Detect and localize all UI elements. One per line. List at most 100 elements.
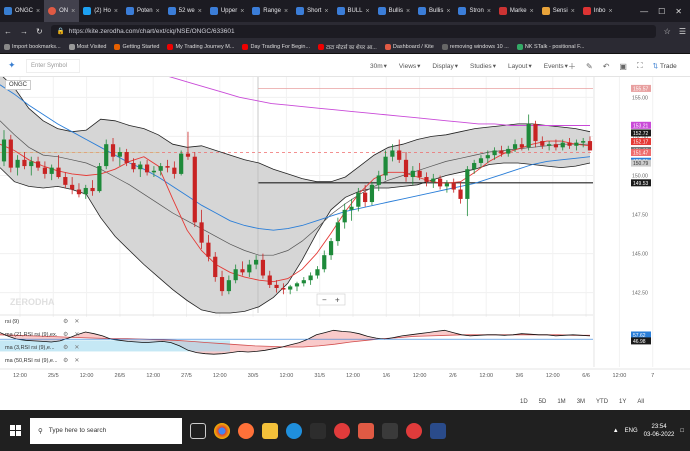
range-button[interactable]: YTD	[596, 399, 608, 405]
close-icon[interactable]: ×	[71, 8, 75, 15]
crosshair-icon[interactable]: ✦	[8, 60, 16, 71]
bookmark-star-icon[interactable]: ☆	[664, 27, 671, 36]
address-bar[interactable]: 🔒 https://kite.zerodha.com/chart/ext/ciq…	[50, 24, 656, 38]
zoom-out-button[interactable]: −	[322, 296, 327, 305]
bookmark-item[interactable]: Day Trading For Begin...	[242, 43, 310, 50]
close-icon[interactable]: ×	[530, 8, 534, 15]
bookmark-item[interactable]: NK STalk - positional F...	[516, 43, 584, 50]
draw-icon[interactable]: ✎	[586, 62, 593, 71]
close-icon[interactable]: ×	[446, 8, 450, 15]
bookmark-item[interactable]: My Trading Journey M...	[167, 43, 234, 50]
browser-tab[interactable]: Stron ×	[454, 0, 494, 22]
chrome-icon[interactable]	[214, 422, 230, 439]
language-indicator[interactable]: ENG	[625, 428, 638, 434]
browser-tab[interactable]: Bullis ×	[374, 0, 414, 22]
settings-icon[interactable]: ⚙	[63, 344, 68, 351]
close-icon[interactable]: ×	[114, 8, 118, 15]
start-button[interactable]	[0, 410, 30, 451]
close-icon[interactable]: ×	[608, 8, 612, 15]
close-icon[interactable]: ✕	[74, 357, 79, 364]
studies-menu[interactable]: Studies ▾	[470, 62, 496, 71]
close-icon[interactable]: ✕	[74, 318, 79, 325]
close-icon[interactable]: ×	[198, 8, 202, 15]
candle[interactable]	[369, 181, 375, 206]
fullscreen-icon[interactable]: ⛶	[637, 61, 643, 71]
settings-icon[interactable]: ⚙	[63, 331, 68, 338]
range-button[interactable]: 1D	[520, 399, 528, 405]
range-button[interactable]: All	[637, 399, 644, 405]
browser-tab[interactable]: (2) Ho ×	[79, 0, 122, 22]
trade-button[interactable]: ⇅ Trade	[653, 62, 677, 71]
close-icon[interactable]: ×	[571, 8, 575, 15]
vivaldi-icon[interactable]	[406, 422, 422, 439]
close-icon[interactable]: ×	[36, 8, 40, 15]
display-menu[interactable]: Display ▾	[432, 62, 458, 71]
browser-tab[interactable]: BULL ×	[333, 0, 374, 22]
close-window-icon[interactable]: ✕	[675, 7, 682, 16]
maximize-icon[interactable]: ☐	[658, 7, 665, 16]
layout-menu[interactable]: Layout ▾	[508, 62, 532, 71]
browser-tab[interactable]: Sensi ×	[538, 0, 579, 22]
bookmark-item[interactable]: Getting Started	[114, 43, 159, 50]
bookmark-item[interactable]: removing windows 10 ...	[441, 43, 509, 50]
indicator-row[interactable]: ma (3,RSI rsi (9),e... ⚙ ✕	[5, 341, 79, 354]
browser-tab[interactable]: 52 we ×	[164, 0, 206, 22]
back-icon[interactable]: ←	[4, 27, 12, 36]
browser-tab[interactable]: Short ×	[292, 0, 332, 22]
range-button[interactable]: 3M	[577, 399, 585, 405]
app-icon[interactable]	[358, 422, 374, 439]
browser-tab[interactable]: Range ×	[248, 0, 292, 22]
candle[interactable]	[179, 150, 184, 176]
reload-icon[interactable]: ↻	[36, 27, 43, 36]
undo-icon[interactable]: ↶	[603, 62, 610, 71]
views-menu[interactable]: Views ▾	[399, 62, 421, 71]
task-view-icon[interactable]	[190, 422, 206, 439]
edge-icon[interactable]	[286, 422, 302, 439]
events-menu[interactable]: Events ▾	[544, 62, 568, 71]
menu-icon[interactable]: ☰	[679, 27, 686, 36]
interval-dropdown[interactable]: 30m ▾	[370, 62, 387, 71]
symbol-search-input[interactable]: Enter Symbol	[26, 58, 80, 73]
close-icon[interactable]: ×	[240, 8, 244, 15]
candle[interactable]	[192, 152, 197, 228]
range-button[interactable]: 5D	[539, 399, 547, 405]
close-icon[interactable]: ✕	[74, 331, 79, 338]
indicator-row[interactable]: rsi (9) ⚙ ✕	[5, 315, 79, 328]
zoom-in-button[interactable]: +	[335, 296, 340, 305]
close-icon[interactable]: ×	[324, 8, 328, 15]
taskbar-search-box[interactable]: ⚲ Type here to search	[30, 417, 182, 444]
indicator-row[interactable]: ma (50,RSI rsi (9),e... ⚙ ✕	[5, 354, 79, 367]
bookmark-item[interactable]: Dashboard / Kite	[384, 43, 434, 50]
range-button[interactable]: 1M	[557, 399, 565, 405]
bookmark-item[interactable]: Import bookmarks...	[4, 43, 61, 50]
close-icon[interactable]: ✕	[74, 344, 79, 351]
price-chart[interactable]: ZERODHA − +155.00 152.50 150.00 147.50 145.00 1…	[0, 77, 690, 401]
close-icon[interactable]: ×	[156, 8, 160, 15]
close-icon[interactable]: ×	[406, 8, 410, 15]
settings-icon[interactable]: ⚙	[63, 318, 68, 325]
browser-tab[interactable]: Marke ×	[495, 0, 538, 22]
app-icon[interactable]	[430, 422, 446, 439]
range-button[interactable]: 1Y	[619, 399, 626, 405]
app-icon[interactable]	[310, 422, 326, 439]
close-icon[interactable]: ×	[487, 8, 491, 15]
browser-tab[interactable]: Bullis ×	[414, 0, 454, 22]
app-icon[interactable]	[382, 422, 398, 439]
browser-tab[interactable]: Inbo ×	[579, 0, 617, 22]
browser-tab[interactable]: ON ×	[44, 0, 80, 22]
minimize-icon[interactable]: —	[640, 7, 648, 16]
candle[interactable]	[8, 134, 13, 173]
browser-tab[interactable]: Upper ×	[206, 0, 248, 22]
forward-icon[interactable]: →	[20, 27, 28, 36]
indicator-row[interactable]: ma (21,RSI rsi (9),ex... ⚙ ✕	[5, 328, 79, 341]
bookmark-item[interactable]: Most Visited	[68, 43, 106, 50]
camera-icon[interactable]: ▣	[619, 62, 627, 71]
settings-icon[interactable]: ⚙	[63, 357, 68, 364]
browser-tab[interactable]: Poten ×	[122, 0, 164, 22]
vivaldi-icon[interactable]	[334, 422, 350, 439]
network-icon[interactable]: ▲	[613, 428, 619, 434]
browser-tab[interactable]: ONGC ×	[0, 0, 44, 22]
clock[interactable]: 23:54 03-06-2022	[644, 423, 675, 439]
candle[interactable]	[97, 162, 102, 193]
firefox-icon[interactable]	[238, 422, 254, 439]
